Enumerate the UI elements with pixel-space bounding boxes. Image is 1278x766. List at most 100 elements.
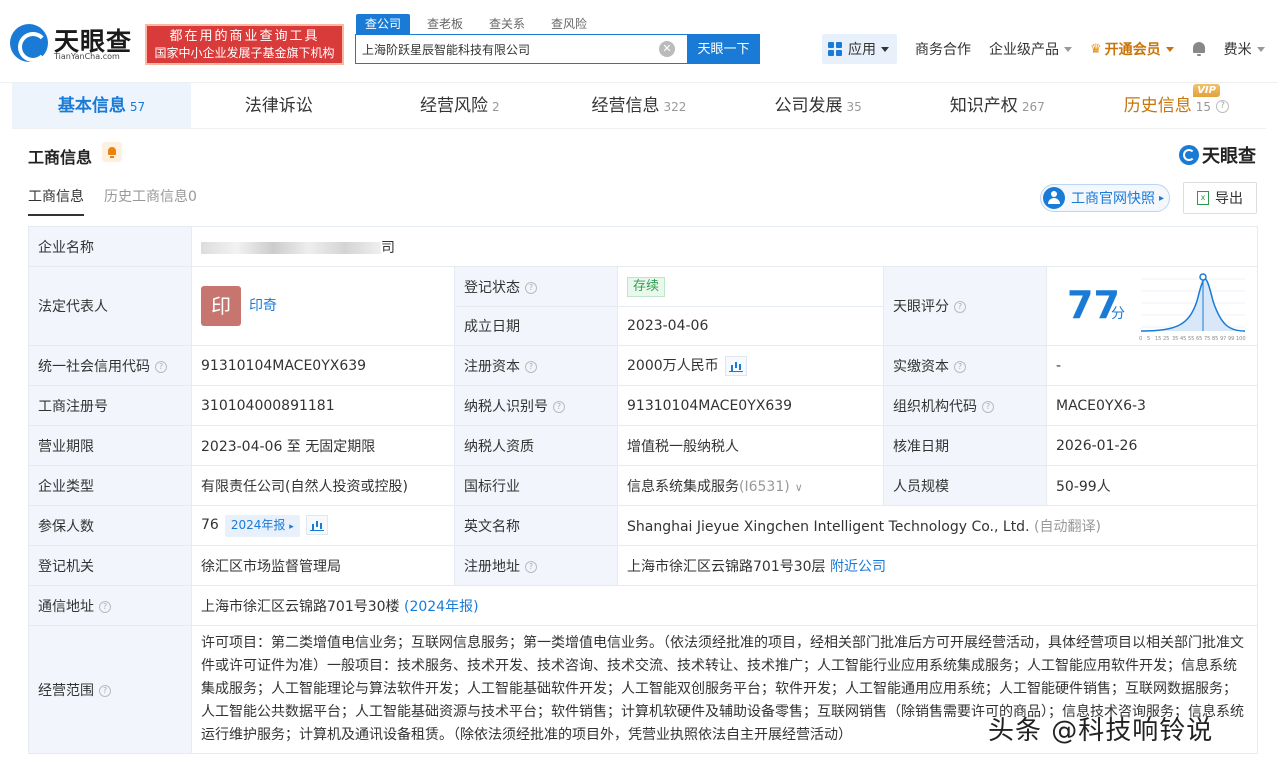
snapshot-label: 工商官网快照 xyxy=(1071,191,1155,207)
vip-menu[interactable]: ♛ 开通会员 xyxy=(1090,39,1174,59)
score-tick: 97 xyxy=(1220,336,1226,342)
monitor-bell-icon[interactable] xyxy=(102,142,122,162)
export-button[interactable]: x 导出 xyxy=(1183,182,1257,214)
reg-capital-cell: 2000万人民币 xyxy=(617,345,884,386)
help-icon[interactable]: ? xyxy=(99,600,111,613)
company-name-value[interactable]: 司 xyxy=(190,226,1259,267)
auto-translate-note: (自动翻译) xyxy=(1033,518,1101,535)
label-text: 注册资本 xyxy=(464,358,520,375)
subtab-history-info[interactable]: 历史工商信息0 xyxy=(104,186,197,216)
chevron-right-icon: ▸ xyxy=(289,521,294,532)
apps-menu[interactable]: 应用 xyxy=(822,34,897,64)
mail-report-link[interactable]: (2024年报) xyxy=(404,599,479,615)
nearby-companies-link[interactable]: 附近公司 xyxy=(830,559,886,575)
label-text: 通信地址 xyxy=(38,598,94,615)
tab-development[interactable]: 公司发展 35 xyxy=(729,83,908,128)
tab-label: 公司发展 xyxy=(774,96,843,116)
credit-code-value: 91310104MACE0YX639 xyxy=(191,345,455,386)
logo-mark-icon xyxy=(1179,145,1199,165)
help-icon[interactable]: ? xyxy=(525,560,537,573)
legal-rep-link[interactable]: 印奇 xyxy=(249,298,277,314)
apps-label: 应用 xyxy=(848,42,876,58)
label-text: 天眼评分 xyxy=(893,299,949,315)
search-tab-company[interactable]: 查公司 xyxy=(356,14,411,34)
authority-label: 登记机关 xyxy=(28,545,192,586)
paid-capital-label: 实缴资本? xyxy=(883,345,1047,386)
tab-label: 经营信息 xyxy=(591,96,660,116)
score-cell[interactable]: 77 分 0 5 15 25 35 45 55 65 75 85 97 99 1… xyxy=(1045,266,1259,346)
help-icon[interactable]: ? xyxy=(155,360,167,373)
help-icon[interactable]: ? xyxy=(1216,99,1230,113)
score-tick: 99 xyxy=(1228,336,1234,342)
credit-code-label: 统一社会信用代码? xyxy=(28,345,192,386)
help-icon[interactable]: ? xyxy=(954,360,966,373)
search-tab-relation[interactable]: 查关系 xyxy=(480,14,534,34)
chart-icon[interactable] xyxy=(305,514,328,535)
business-coop-link[interactable]: 商务合作 xyxy=(915,39,971,59)
score-tick: 5 xyxy=(1147,336,1150,342)
score-label: 天眼评分? xyxy=(883,266,1047,346)
tab-ip[interactable]: 知识产权 267 xyxy=(908,83,1087,128)
help-icon[interactable]: ? xyxy=(982,400,994,413)
tab-operations[interactable]: 经营信息 322 xyxy=(549,83,728,128)
search-button[interactable]: 天眼一下 xyxy=(687,34,760,64)
avatar[interactable]: 印 xyxy=(201,286,241,326)
sub-tabs: 工商信息 历史工商信息0 xyxy=(28,186,217,216)
mail-addr-label: 通信地址? xyxy=(28,585,192,626)
score-tick: 0 xyxy=(1139,336,1142,342)
term-label: 营业期限 xyxy=(28,425,192,466)
search-tab-risk[interactable]: 查风险 xyxy=(542,14,596,34)
label-text: 纳税人识别号 xyxy=(464,398,548,415)
promo-banner[interactable]: 都在用的商业查询工具 国家中小企业发展子基金旗下机构 xyxy=(145,24,344,65)
staff-value: 50-99人 xyxy=(1045,465,1259,506)
tab-label: 历史信息 xyxy=(1123,96,1192,116)
founded-value: 2023-04-06 xyxy=(617,306,884,346)
clear-icon[interactable]: ✕ xyxy=(659,41,675,57)
search-tab-boss[interactable]: 查老板 xyxy=(418,14,472,34)
logo-mark-icon xyxy=(10,24,48,62)
type-value: 有限责任公司(自然人投资或控股) xyxy=(191,465,455,506)
score-tick: 35 xyxy=(1172,336,1178,342)
industry-label: 国标行业 xyxy=(454,465,618,506)
tab-basic-info[interactable]: 基本信息 57 xyxy=(12,83,192,128)
status-badge: 存续 xyxy=(627,276,666,297)
search-input[interactable] xyxy=(362,39,652,59)
help-icon[interactable]: ? xyxy=(525,281,537,294)
label-text: 经营范围 xyxy=(38,682,94,699)
legal-rep-label: 法定代表人 xyxy=(28,266,192,346)
tab-legal[interactable]: 法律诉讼 xyxy=(191,83,370,128)
industry-cell[interactable]: 信息系统集成服务(I6531) ∨ xyxy=(617,465,884,506)
insured-value: 76 xyxy=(201,516,219,533)
help-icon[interactable]: ? xyxy=(954,301,966,313)
tab-count: 2 xyxy=(492,100,500,114)
main-tabs: 基本信息 57 法律诉讼 经营风险 2 经营信息 322 公司发展 35 知识产权 267… xyxy=(12,83,1266,129)
report-label: 2024年报 xyxy=(230,517,286,532)
enterprise-products-menu[interactable]: 企业级产品 xyxy=(989,39,1072,59)
user-menu[interactable]: 费米 xyxy=(1224,39,1265,59)
help-icon[interactable]: ? xyxy=(553,400,565,413)
reg-status-cell: 存续 xyxy=(617,266,884,307)
help-icon[interactable]: ? xyxy=(99,684,111,697)
tab-history[interactable]: VIP 历史信息 15? xyxy=(1087,83,1266,128)
label-text: 登记状态 xyxy=(464,279,520,296)
bell-icon[interactable] xyxy=(1192,42,1206,56)
search-type-tabs: 查公司 查老板 查关系 查风险 xyxy=(356,14,604,34)
promo-line-2: 国家中小企业发展子基金旗下机构 xyxy=(154,46,335,60)
staff-label: 人员规模 xyxy=(883,465,1047,506)
tab-label: 基本信息 xyxy=(57,96,126,116)
founded-label: 成立日期 xyxy=(454,306,618,346)
top-header: 天眼查 TianYanCha.com 都在用的商业查询工具 国家中小企业发展子基… xyxy=(0,0,1278,83)
annual-report-tag[interactable]: 2024年报 ▸ xyxy=(224,514,300,537)
tab-count: 322 xyxy=(663,100,687,114)
official-snapshot-button[interactable]: 工商官网快照 ▸ xyxy=(1040,184,1170,212)
help-icon[interactable]: ? xyxy=(525,360,537,373)
site-logo[interactable]: 天眼查 TianYanCha.com xyxy=(10,22,140,66)
subtab-business-info[interactable]: 工商信息 xyxy=(28,186,84,216)
taxpayer-qual-value: 增值税一般纳税人 xyxy=(617,425,884,466)
tab-risk[interactable]: 经营风险 2 xyxy=(370,83,549,128)
business-info-section: 工商信息 天眼查 工商信息 历史工商信息0 工商官网快照 ▸ x 导出 企业名称… xyxy=(12,130,1266,766)
taxpayer-id-label: 纳税人识别号? xyxy=(454,385,618,426)
approve-value: 2026-01-26 xyxy=(1045,425,1259,466)
chart-icon[interactable] xyxy=(724,356,747,376)
type-label: 企业类型 xyxy=(28,465,192,506)
